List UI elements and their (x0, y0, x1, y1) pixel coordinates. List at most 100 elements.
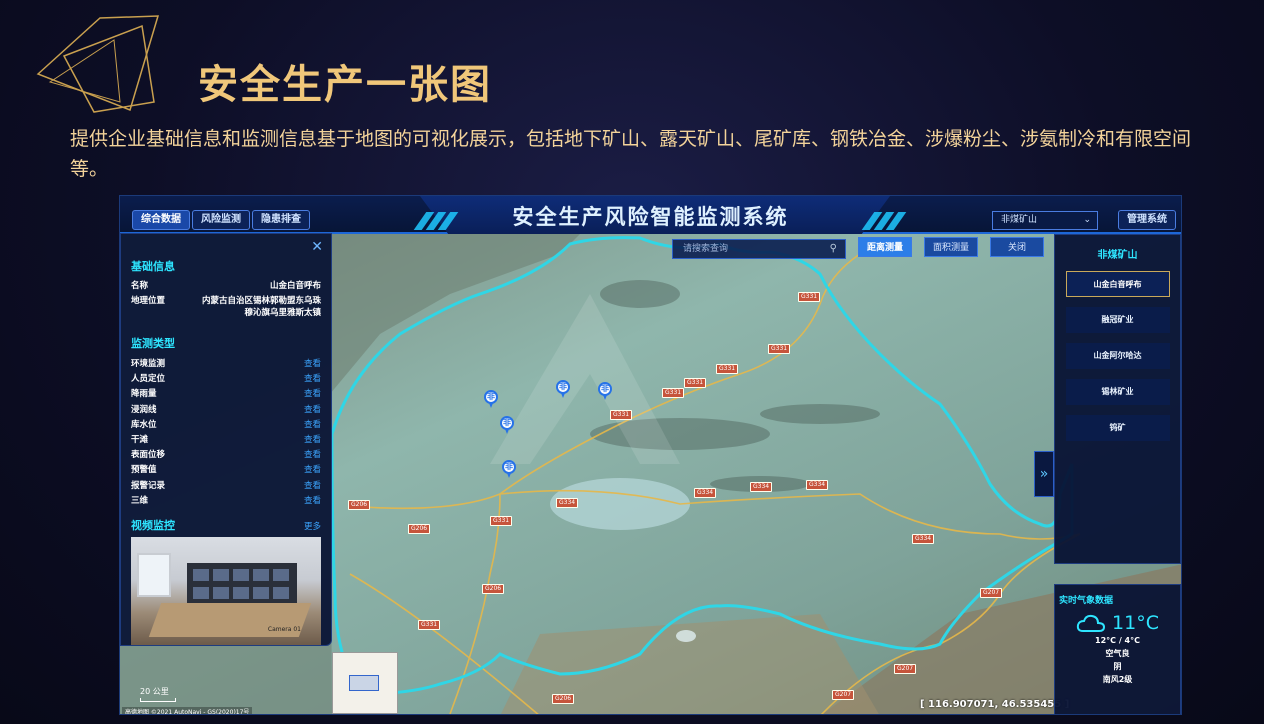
road-label: G331 (490, 516, 513, 526)
mine-marker[interactable]: 非 (556, 380, 570, 398)
name-key: 名称 (131, 281, 149, 291)
video-monitor-title: 视频监控 (131, 519, 175, 533)
weather-title: 实时气象数据 (1059, 596, 1114, 606)
map-scale: 20 公里 (140, 686, 176, 702)
decorative-stripes (413, 212, 459, 230)
location-key: 地理位置 (131, 296, 166, 306)
distance-measure-button[interactable]: 距离测量 (858, 237, 912, 257)
view-link[interactable]: 查看 (304, 479, 321, 494)
monitor-type-label: 环境监测 (131, 359, 166, 369)
monitor-type-label: 人员定位 (131, 374, 166, 385)
monitor-type-label: 报警记录 (131, 480, 166, 491)
search-icon[interactable]: ⚲ (830, 240, 837, 258)
monitor-type-row: 预警值 查看 (131, 463, 321, 478)
app-window: 请搜索查询 ⚲ 距离测量 面积测量 关闭 非 非 非 非 非 G331 G331… (119, 195, 1182, 715)
monitor-type-label: 库水位 (131, 419, 157, 430)
road-label: G206 (348, 500, 371, 510)
name-row: 名称 山金白音呼布 (131, 280, 321, 292)
road-label: G334 (694, 488, 717, 498)
view-link[interactable]: 查看 (304, 448, 321, 463)
mine-list-panel: 非煤矿山 山金白音呼布 融冠矿业 山金阿尔哈达 锡林矿业 钨矿 (1054, 234, 1181, 564)
monitor-type-row: 报警记录 查看 (131, 479, 321, 494)
close-icon[interactable]: ✕ (311, 239, 323, 255)
view-link[interactable]: 查看 (304, 463, 321, 478)
area-measure-button[interactable]: 面积测量 (924, 237, 978, 257)
minimap-viewport[interactable] (349, 675, 379, 691)
road-label: G331 (798, 292, 821, 302)
road-label: G206 (482, 584, 505, 594)
view-link[interactable]: 查看 (304, 418, 321, 433)
view-link[interactable]: 查看 (304, 372, 321, 387)
monitor-type-label: 干滩 (131, 435, 149, 446)
monitor-type-row: 环境监测 查看 (131, 357, 321, 372)
road-label: G331 (716, 364, 739, 374)
road-label: G334 (556, 498, 579, 508)
mine-marker[interactable]: 非 (598, 382, 612, 400)
road-label: G206 (408, 524, 431, 534)
monitor-type-row: 人员定位 查看 (131, 372, 321, 387)
mine-item[interactable]: 山金白音呼布 (1065, 271, 1170, 297)
name-value: 山金白音呼布 (269, 281, 321, 291)
video-feed[interactable]: Camera 01 (131, 537, 321, 646)
map-copyright: 高德地图 ©2021 AutoNavi - GS(2020)17号 (122, 707, 253, 714)
road-label: G207 (832, 690, 855, 700)
monitor-type-list: 环境监测 查看 人员定位 查看 降雨量 查看 浸润线 查看 库水位 查看 干滩 查看 表面位移 查看 预警值… (131, 357, 321, 509)
view-link[interactable]: 查看 (304, 494, 321, 509)
road-label: G331 (768, 344, 791, 354)
category-select[interactable]: 非煤矿山 ⌄ (992, 211, 1098, 230)
decorative-stripes (861, 212, 907, 230)
mine-item[interactable]: 山金阿尔哈达 (1065, 343, 1170, 369)
mine-list-title: 非煤矿山 (1097, 250, 1138, 261)
video-wall-detail (187, 563, 297, 606)
monitor-type-label: 表面位移 (131, 450, 166, 461)
road-label: G334 (912, 534, 935, 544)
video-window-detail (137, 553, 171, 598)
road-label: G334 (750, 482, 773, 492)
manage-system-button[interactable]: 管理系统 (1118, 210, 1176, 230)
sky-condition: 阴 (1113, 662, 1122, 671)
monitor-type-row: 浸润线 查看 (131, 403, 321, 418)
monitor-type-label: 三维 (131, 495, 149, 506)
monitor-type-label: 浸润线 (131, 404, 157, 415)
close-measure-button[interactable]: 关闭 (990, 237, 1044, 257)
location-row: 地理位置 内蒙古自治区锡林郭勒盟东乌珠穆沁旗乌里雅斯太镇 (131, 295, 321, 319)
category-select-value: 非煤矿山 (1001, 215, 1038, 225)
mine-marker[interactable]: 非 (484, 390, 498, 408)
road-label: G334 (806, 480, 829, 490)
wind: 南风2级 (1102, 675, 1133, 684)
mine-item[interactable]: 钨矿 (1065, 415, 1170, 441)
monitor-type-label: 预警值 (131, 465, 157, 476)
nav-overview-button[interactable]: 综合数据 (132, 210, 190, 230)
mine-item[interactable]: 融冠矿业 (1065, 307, 1170, 333)
temperature-range: 12°C / 4°C (1095, 636, 1140, 645)
road-label: G331 (418, 620, 441, 630)
nav-risk-monitor-button[interactable]: 风险监测 (192, 210, 250, 230)
chevron-down-icon: ⌄ (1083, 215, 1091, 225)
video-caption: Camera 01 (267, 626, 301, 634)
mine-marker[interactable]: 非 (502, 460, 516, 478)
road-label: G207 (894, 664, 917, 674)
app-header: 安全生产风险智能监测系统 综合数据 风险监测 隐患排查 非煤矿山 ⌄ 管理系统 (120, 196, 1181, 234)
view-link[interactable]: 查看 (304, 433, 321, 448)
mine-item[interactable]: 锡林矿业 (1065, 379, 1170, 405)
monitor-type-title: 监测类型 (131, 337, 175, 350)
view-link[interactable]: 查看 (304, 403, 321, 418)
more-videos-link[interactable]: 更多 (304, 520, 321, 532)
search-placeholder: 请搜索查询 (683, 244, 729, 254)
overview-minimap[interactable] (332, 652, 398, 714)
basic-info-title: 基础信息 (131, 260, 175, 273)
mine-marker[interactable]: 非 (500, 416, 514, 434)
road-label: G331 (610, 410, 633, 420)
monitor-type-row: 三维 查看 (131, 494, 321, 509)
view-link[interactable]: 查看 (304, 387, 321, 402)
air-quality: 空气良 (1105, 649, 1130, 658)
weather-current: 11°C (1055, 612, 1180, 634)
map-search-input[interactable]: 请搜索查询 ⚲ (672, 239, 846, 259)
enterprise-info-panel: ✕ 基础信息 名称 山金白音呼布 地理位置 内蒙古自治区锡林郭勒盟东乌珠穆沁旗乌… (120, 233, 332, 646)
road-label: G331 (662, 388, 685, 398)
nav-hazard-check-button[interactable]: 隐患排查 (252, 210, 310, 230)
slide-title: 安全生产一张图 (198, 62, 492, 108)
cursor-coordinates: [ 116.907071, 46.535455 ] (920, 699, 1070, 710)
expand-panel-icon[interactable]: » (1034, 451, 1054, 497)
view-link[interactable]: 查看 (304, 357, 321, 372)
